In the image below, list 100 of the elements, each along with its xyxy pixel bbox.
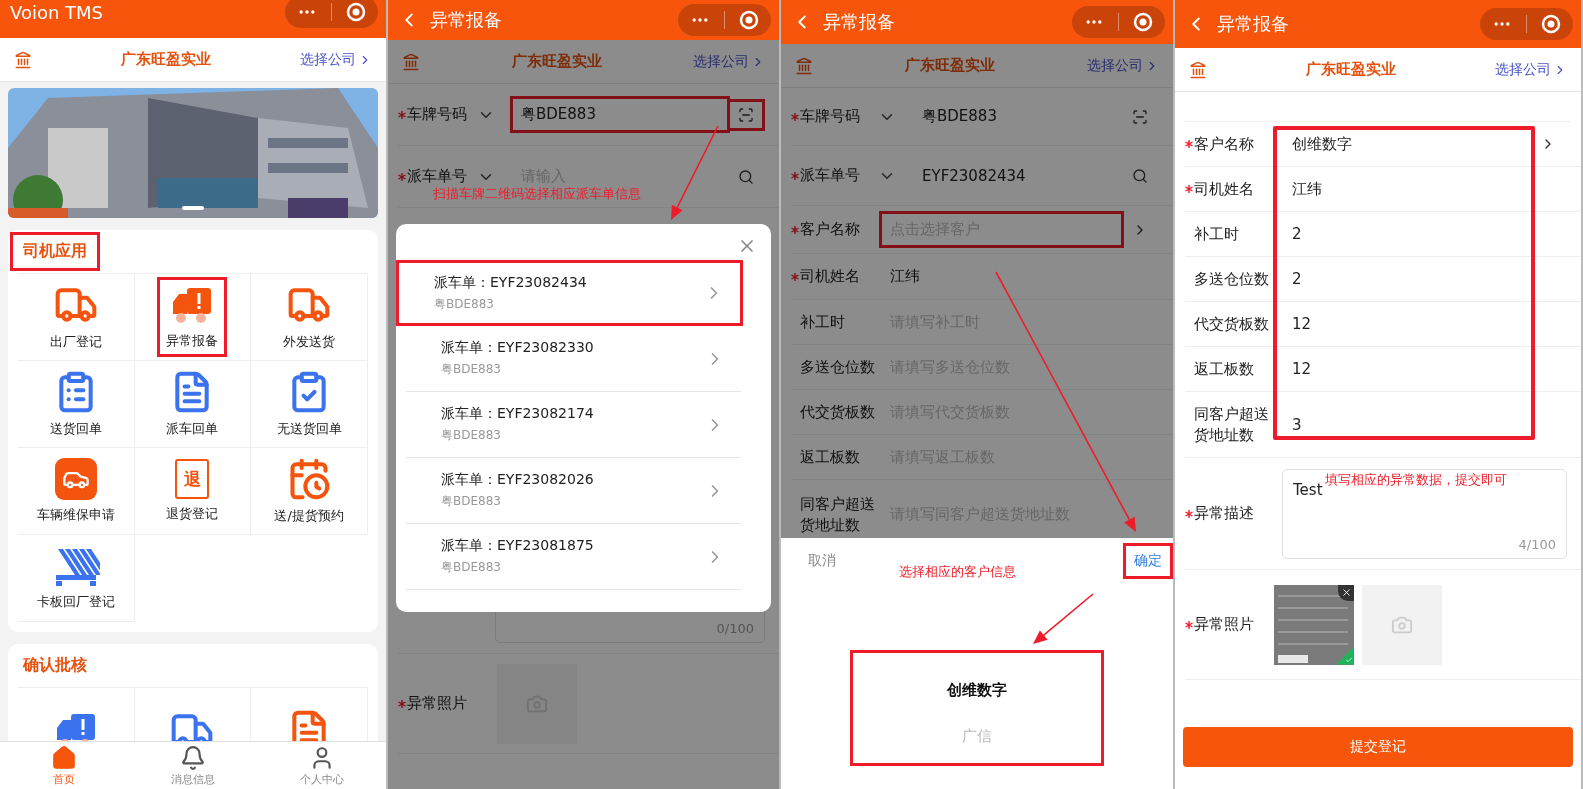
annotation-arrow: [1033, 593, 1094, 644]
app-shortcut[interactable]: 送货回单: [40, 363, 111, 445]
order-number: 派车单：EYF23082330: [441, 339, 595, 357]
input-field[interactable]: 12: [1284, 354, 1567, 384]
order-number: 派车单：EYF23082434: [434, 273, 588, 292]
app-shortcut[interactable]: 卡板回厂登记: [27, 538, 124, 618]
plate-number: 粤BDE883: [441, 493, 502, 510]
target-icon[interactable]: [1133, 12, 1153, 32]
field-label: 派车单号: [407, 166, 468, 187]
app-shortcut[interactable]: 派车回单: [157, 363, 228, 445]
building-icon: [14, 50, 32, 69]
character-counter: 0/100: [716, 621, 754, 636]
field-label: 同客户超送货地址数: [800, 494, 876, 535]
annotation-note: 选择相应的客户信息: [899, 564, 1017, 581]
field-label: 司机姓名: [800, 266, 861, 287]
input-field[interactable]: 2: [1284, 219, 1567, 249]
field-label: 客户名称: [1194, 133, 1255, 155]
app-shortcut[interactable]: 车辆维保申请: [27, 451, 124, 531]
plate-number: 粤BDE883: [441, 361, 502, 378]
field-label: 补工时: [800, 311, 846, 333]
field-label: 代交货板数: [1194, 313, 1270, 335]
field-label: 异常描述: [1194, 503, 1255, 524]
return-slip-icon: 退: [175, 459, 210, 499]
scan-icon[interactable]: [727, 98, 765, 131]
input-field[interactable]: 粤BDE883: [513, 99, 727, 130]
company-name: 广东旺盈实业: [510, 52, 603, 71]
mini-program-capsule[interactable]: [1072, 6, 1165, 38]
input-field[interactable]: 2: [1284, 264, 1567, 294]
building-icon: [402, 52, 420, 71]
mini-program-capsule[interactable]: [1480, 8, 1573, 40]
dispatch-order-item[interactable]: 派车单：EYF23082434 粤BDE883: [396, 260, 743, 326]
company-name: 广东旺盈实业: [1305, 60, 1397, 79]
field-label: 同客户超送货地址数: [1194, 404, 1270, 445]
field-label: 返工板数: [800, 446, 861, 468]
field-label: 车牌号码: [407, 104, 468, 125]
carousel-indicator: [182, 206, 204, 210]
page-title: 异常报备: [823, 10, 895, 34]
app-shortcut[interactable]: 异常报备: [157, 277, 228, 357]
mini-program-capsule[interactable]: [678, 4, 771, 36]
plate-number: 粤BDE883: [441, 427, 502, 444]
app-shortcut[interactable]: 无送货回单: [267, 363, 351, 445]
dispatch-order-item[interactable]: 派车单：EYF23081875 粤BDE883: [406, 524, 741, 590]
target-icon[interactable]: [739, 10, 759, 30]
order-number: 派车单：EYF23081875: [441, 537, 595, 555]
picker-option[interactable]: 创维数字: [853, 667, 1101, 713]
tab-item[interactable]: 首页: [0, 742, 129, 789]
dispatch-order-item[interactable]: 派车单：EYF23082174 粤BDE883: [406, 392, 741, 458]
tab-item[interactable]: 个人中心: [257, 742, 386, 789]
home-icon: [51, 745, 78, 771]
page-title: 异常报备: [1217, 12, 1289, 36]
switch-company-link[interactable]: 选择公司: [1495, 60, 1567, 79]
field-label: 多送仓位数: [800, 356, 876, 378]
switch-company-link[interactable]: 选择公司: [693, 52, 765, 71]
app-shortcut[interactable]: 出厂登记: [40, 276, 111, 358]
switch-company-link[interactable]: 选择公司: [1087, 56, 1159, 75]
remove-photo-icon[interactable]: [1338, 584, 1354, 601]
dispatch-order-item[interactable]: 派车单：EYF23082330 粤BDE883: [406, 326, 741, 392]
input-field[interactable]: EYF23082434: [914, 160, 1121, 191]
tab-item[interactable]: 消息信息: [128, 742, 258, 789]
field-label: 返工板数: [1194, 358, 1255, 380]
field-label: 派车单号: [800, 165, 861, 186]
mini-program-capsule[interactable]: [285, 0, 378, 28]
target-icon[interactable]: [1541, 14, 1561, 34]
dispatch-order-item[interactable]: 派车单：EYF23082026 粤BDE883: [406, 458, 741, 524]
app-shortcut[interactable]: 外发送货: [274, 276, 345, 358]
section-title: 司机应用: [10, 232, 100, 271]
field-label: 异常照片: [1194, 614, 1255, 635]
switch-company-link[interactable]: 选择公司: [300, 50, 372, 69]
plate-number: 粤BDE883: [434, 295, 495, 313]
input-field[interactable]: 江纬: [882, 261, 1159, 292]
field-label: 代交货板数: [800, 401, 876, 423]
building-icon: [1189, 60, 1207, 79]
order-number: 派车单：EYF23082174: [441, 405, 595, 423]
company-name: 广东旺盈实业: [904, 56, 996, 75]
plate-number: 粤BDE883: [441, 559, 502, 576]
section-title: 确认批核: [22, 654, 88, 676]
page-title: Voion TMS: [10, 2, 104, 23]
character-counter: 4/100: [1518, 536, 1556, 552]
order-number: 派车单：EYF23082026: [441, 471, 595, 489]
annotation-note: 填写相应的异常数据，提交即可: [1325, 472, 1508, 489]
app-shortcut[interactable]: 送/提货预约: [265, 450, 353, 532]
annotation-note: 扫描车牌二维码选择相应派车单信息: [433, 186, 642, 203]
input-field[interactable]: 粤BDE883: [914, 101, 1121, 132]
target-icon[interactable]: [346, 2, 366, 22]
page-title: 异常报备: [430, 8, 502, 32]
field-label: 多送仓位数: [1194, 268, 1270, 290]
bell-icon: [180, 745, 206, 771]
input-field[interactable]: 12: [1284, 309, 1567, 339]
company-name: 广东旺盈实业: [120, 50, 212, 69]
building-icon: [795, 56, 813, 75]
field-label: 司机姓名: [1194, 178, 1255, 200]
cancel-button[interactable]: 取消: [797, 543, 847, 579]
field-label: 客户名称: [800, 219, 861, 240]
confirm-button[interactable]: 确定: [1123, 543, 1173, 579]
input-field[interactable]: 3: [1284, 409, 1567, 440]
field-label: 补工时: [1194, 223, 1240, 245]
app-shortcut[interactable]: 退 退货登记: [157, 452, 228, 530]
input-field[interactable]: 江纬: [1284, 173, 1567, 205]
field-label: 车牌号码: [800, 106, 861, 127]
input-field[interactable]: 创维数字: [1284, 128, 1529, 160]
